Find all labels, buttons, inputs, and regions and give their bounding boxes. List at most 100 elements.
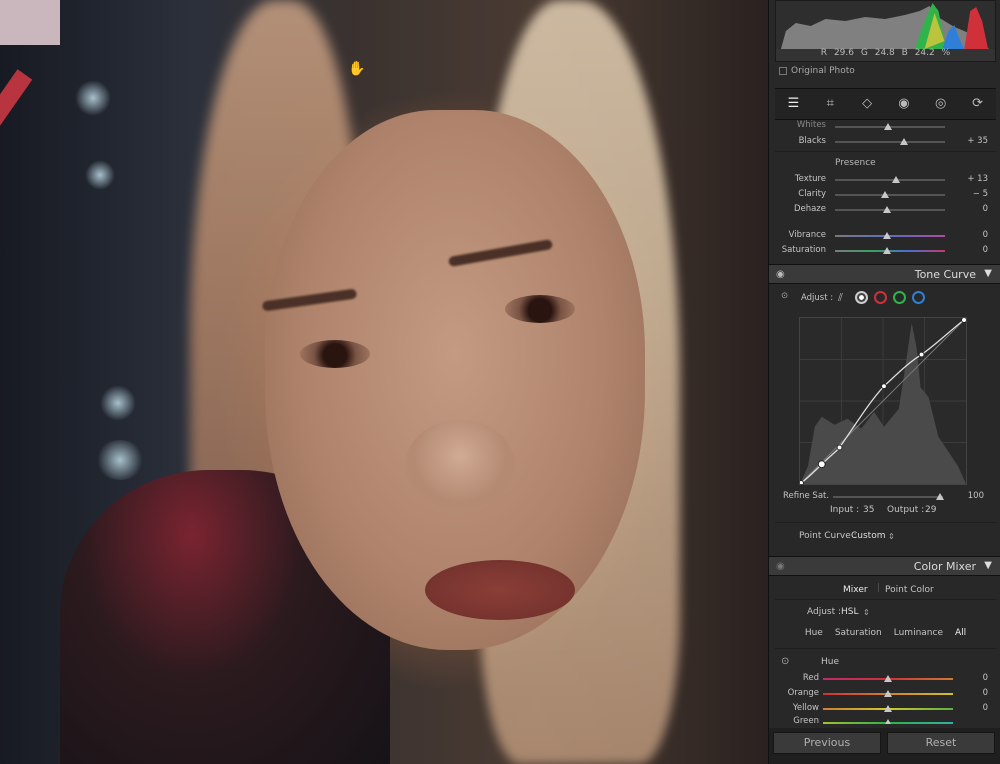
green-hue-thumb[interactable] — [884, 719, 892, 724]
dehaze-value[interactable]: 0 — [983, 204, 988, 214]
yellow-hue-slider-row[interactable]: Yellow 0 — [775, 702, 996, 716]
red-hue-track[interactable] — [823, 675, 953, 682]
output-value: 29 — [925, 505, 937, 515]
yellow-value[interactable]: 0 — [983, 703, 988, 713]
previous-button[interactable]: Previous — [773, 732, 881, 754]
red-hue-slider-row[interactable]: Red 0 — [775, 672, 996, 686]
yellow-hue-thumb[interactable] — [884, 705, 892, 712]
clarity-slider-row[interactable]: Clarity − 5 — [775, 188, 996, 202]
green-hue-track[interactable] — [823, 719, 953, 724]
blacks-track[interactable] — [835, 138, 945, 145]
orange-hue-track[interactable] — [823, 690, 953, 697]
original-photo-checkbox[interactable]: Original Photo — [779, 66, 855, 76]
tone-curve-title: Tone Curve — [914, 268, 976, 281]
color-mixer-title: Color Mixer — [913, 560, 976, 573]
saturation-slider-row[interactable]: Saturation 0 — [775, 244, 996, 258]
vibrance-thumb[interactable] — [882, 232, 891, 239]
photo-canvas[interactable]: ✋ — [0, 0, 768, 764]
blacks-value[interactable]: + 35 — [967, 136, 988, 146]
texture-thumb[interactable] — [891, 176, 900, 183]
r-label: R — [820, 48, 828, 58]
subtab-saturation[interactable]: Saturation — [835, 628, 882, 638]
orange-value[interactable]: 0 — [983, 688, 988, 698]
color-mixer-header[interactable]: ◉ Color Mixer ▼ — [769, 556, 1000, 576]
visibility-eye-icon[interactable]: ◉ — [776, 561, 785, 572]
subtab-luminance[interactable]: Luminance — [894, 628, 943, 638]
parametric-curve-icon[interactable]: ⫽ — [838, 291, 843, 305]
tab-point-color[interactable]: Point Color — [885, 585, 934, 595]
b-value: 24.2 — [914, 48, 935, 58]
clarity-thumb[interactable] — [880, 191, 889, 198]
point-curve-dropdown[interactable]: Custom — [851, 531, 885, 541]
bokeh-light — [95, 440, 145, 480]
texture-slider-row[interactable]: Texture + 13 — [775, 173, 996, 187]
red-hue-thumb[interactable] — [884, 675, 892, 682]
dropdown-arrow-icon[interactable]: ⇕ — [888, 532, 895, 541]
red-eye-icon[interactable]: ◉ — [895, 95, 913, 113]
hsl-subtabs: Hue Saturation Luminance All — [775, 628, 996, 638]
presets-icon[interactable]: ⟳ — [969, 95, 987, 113]
checkbox-icon[interactable] — [779, 67, 787, 75]
reset-button[interactable]: Reset — [887, 732, 995, 754]
saturation-thumb[interactable] — [882, 247, 891, 254]
target-adjust-icon[interactable]: ⊙ — [781, 291, 788, 301]
tone-curve-graph[interactable] — [799, 317, 967, 485]
red-channel-icon[interactable] — [874, 291, 887, 304]
subtab-all[interactable]: All — [955, 628, 966, 638]
dropdown-arrow-icon[interactable]: ⇕ — [863, 608, 870, 617]
refine-sat-value[interactable]: 100 — [968, 491, 984, 501]
whites-track[interactable] — [835, 123, 945, 130]
orange-hue-thumb[interactable] — [884, 690, 892, 697]
tab-divider: | — [877, 583, 881, 593]
eye-left — [300, 340, 370, 368]
yellow-hue-track[interactable] — [823, 705, 953, 712]
clarity-value[interactable]: − 5 — [973, 189, 988, 199]
nose — [405, 420, 515, 510]
orange-label: Orange — [787, 688, 819, 698]
refine-saturation-row[interactable]: Refine Sat. 100 — [775, 491, 996, 503]
whites-slider-row[interactable]: Whites — [775, 120, 996, 134]
visibility-eye-icon[interactable]: ◉ — [776, 269, 785, 280]
saturation-track[interactable] — [835, 247, 945, 254]
refine-sat-thumb[interactable] — [935, 493, 944, 500]
adjust-dropdown[interactable]: HSL — [841, 607, 859, 617]
crop-icon[interactable]: ⌗ — [821, 95, 839, 113]
tab-mixer[interactable]: Mixer — [843, 585, 868, 595]
vibrance-slider-row[interactable]: Vibrance 0 — [775, 229, 996, 243]
texture-track[interactable] — [835, 176, 945, 183]
vibrance-value[interactable]: 0 — [983, 230, 988, 240]
dehaze-slider-row[interactable]: Dehaze 0 — [775, 203, 996, 217]
dehaze-track[interactable] — [835, 206, 945, 213]
blacks-thumb[interactable] — [900, 138, 909, 145]
yellow-label: Yellow — [792, 703, 819, 713]
tone-curve-header[interactable]: ◉ Tone Curve ▼ — [769, 264, 1000, 284]
output-label: Output : — [887, 505, 925, 515]
refine-sat-track[interactable] — [833, 493, 944, 500]
histogram[interactable]: R 29.6 G 24.8 B 24.2 % — [775, 0, 996, 62]
vibrance-track[interactable] — [835, 232, 945, 239]
blue-channel-icon[interactable] — [912, 291, 925, 304]
tone-curve-svg[interactable] — [800, 318, 966, 484]
target-adjust-icon[interactable]: ⊙ — [781, 656, 789, 667]
dehaze-thumb[interactable] — [882, 206, 891, 213]
green-channel-icon[interactable] — [893, 291, 906, 304]
green-label: Green — [793, 716, 819, 724]
blacks-slider-row[interactable]: Blacks + 35 — [775, 135, 996, 149]
green-hue-slider-row[interactable]: Green — [775, 716, 996, 724]
develop-panel: R 29.6 G 24.8 B 24.2 % Original Photo ☰ … — [768, 0, 1000, 764]
healing-eraser-icon[interactable]: ◇ — [858, 95, 876, 113]
subtab-hue[interactable]: Hue — [805, 628, 823, 638]
collapse-triangle-icon[interactable]: ▼ — [984, 268, 992, 279]
masking-icon[interactable]: ◎ — [932, 95, 950, 113]
refine-sat-label: Refine Sat. — [783, 491, 830, 501]
point-curve-white-icon[interactable] — [855, 291, 868, 304]
orange-hue-slider-row[interactable]: Orange 0 — [775, 687, 996, 701]
whites-thumb[interactable] — [883, 123, 892, 130]
saturation-value[interactable]: 0 — [983, 245, 988, 255]
clarity-track[interactable] — [835, 191, 945, 198]
edit-sliders-icon[interactable]: ☰ — [784, 95, 802, 113]
texture-value[interactable]: + 13 — [967, 174, 988, 184]
red-value[interactable]: 0 — [983, 673, 988, 683]
collapse-triangle-icon[interactable]: ▼ — [984, 560, 992, 571]
background-wall — [0, 0, 60, 45]
